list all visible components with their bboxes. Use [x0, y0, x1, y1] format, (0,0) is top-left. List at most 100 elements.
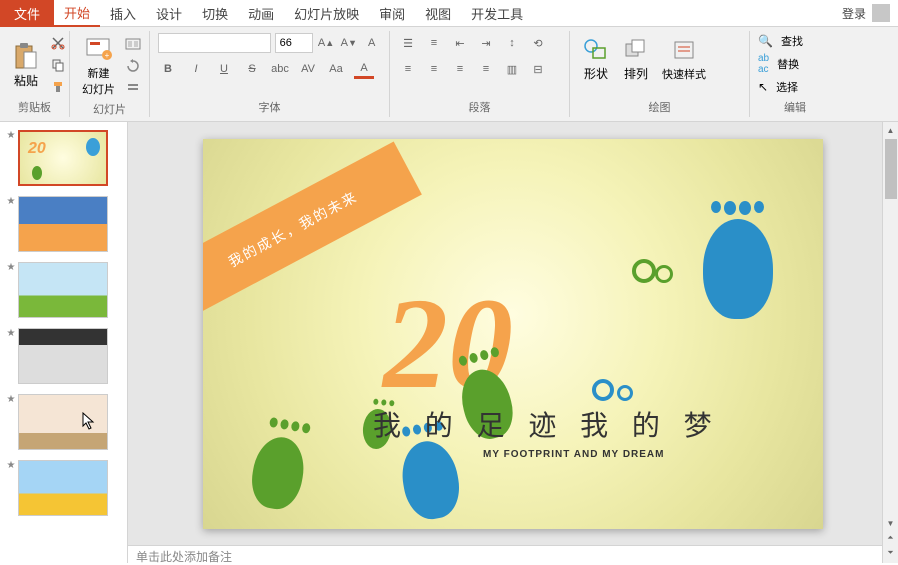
tab-animation[interactable]: 动画	[238, 0, 284, 27]
slide-title[interactable]: 我 的 足 迹 我 的 梦	[373, 404, 720, 444]
thumbnail-2[interactable]: ★	[4, 196, 123, 252]
font-group-label: 字体	[158, 99, 381, 115]
animation-star-icon: ★	[4, 262, 18, 273]
banner-text: 我的成长，我的未来	[225, 186, 362, 271]
footprint-green-bottom[interactable]	[247, 433, 309, 513]
shapes-button[interactable]: 形状	[578, 33, 614, 84]
editing-group-label: 编辑	[758, 99, 832, 115]
tab-insert[interactable]: 插入	[100, 0, 146, 27]
slides-group-label: 幻灯片	[78, 101, 141, 117]
animation-star-icon: ★	[4, 130, 18, 141]
new-slide-label: 新建 幻灯片	[82, 65, 115, 97]
footprint-blue-circles[interactable]	[592, 379, 633, 404]
scrollbar-thumb[interactable]	[885, 139, 897, 199]
italic-button[interactable]: I	[186, 59, 206, 79]
indent-inc-button[interactable]: ⇥	[476, 33, 496, 53]
new-slide-button[interactable]: + 新建 幻灯片	[78, 33, 119, 99]
animation-star-icon: ★	[4, 328, 18, 339]
font-family-select[interactable]	[158, 33, 271, 53]
thumbnail-1[interactable]: ★ 20	[4, 130, 123, 186]
section-button[interactable]	[123, 78, 143, 98]
strike-button[interactable]: S	[242, 59, 262, 79]
spacing-button[interactable]: AV	[298, 59, 318, 79]
tab-home[interactable]: 开始	[54, 0, 100, 27]
line-spacing-button[interactable]: ↕	[502, 33, 522, 53]
select-button[interactable]: ↖选择	[758, 79, 832, 95]
thumbnail-6[interactable]: ★	[4, 460, 123, 516]
tab-view[interactable]: 视图	[415, 0, 461, 27]
thumbnail-panel[interactable]: ★ 20 ★ ★ ★ ★ ★	[0, 122, 128, 563]
bullets-button[interactable]: ☰	[398, 33, 418, 53]
align-text-button[interactable]: ⊟	[528, 59, 548, 79]
shrink-font-button[interactable]: A▼	[340, 33, 359, 53]
layout-button[interactable]	[123, 34, 143, 54]
prev-slide-icon[interactable]: ⏶	[884, 531, 898, 545]
paste-icon	[12, 42, 40, 70]
align-right-button[interactable]: ≡	[450, 59, 470, 79]
slide-subtitle[interactable]: MY FOOTPRINT AND MY DREAM	[483, 449, 664, 460]
align-left-button[interactable]: ≡	[398, 59, 418, 79]
footprint-blue-large[interactable]	[703, 219, 773, 319]
animation-star-icon: ★	[4, 460, 18, 471]
drawing-group-label: 绘图	[578, 99, 741, 115]
next-slide-icon[interactable]: ⏷	[884, 546, 898, 560]
arrange-button[interactable]: 排列	[618, 33, 654, 84]
font-size-input[interactable]: 66	[275, 33, 313, 53]
text-direction-button[interactable]: ⟲	[528, 33, 548, 53]
quick-styles-button[interactable]: 快速样式	[658, 34, 710, 84]
avatar-icon	[872, 4, 890, 22]
select-icon: ↖	[758, 80, 768, 94]
tab-slideshow[interactable]: 幻灯片放映	[284, 0, 369, 27]
tab-developer[interactable]: 开发工具	[461, 0, 533, 27]
cut-button[interactable]	[48, 33, 68, 53]
quick-styles-label: 快速样式	[662, 66, 706, 82]
clipboard-group-label: 剪贴板	[8, 99, 61, 115]
scroll-up-icon[interactable]: ▲	[884, 123, 898, 137]
grow-font-button[interactable]: A▲	[317, 33, 336, 53]
find-button[interactable]: 🔍查找	[758, 33, 832, 49]
underline-button[interactable]: U	[214, 59, 234, 79]
file-tab[interactable]: 文件	[0, 0, 54, 27]
replace-icon: abac	[758, 53, 769, 75]
columns-button[interactable]: ▥	[502, 59, 522, 79]
scroll-down-icon[interactable]: ▼	[884, 516, 898, 530]
new-slide-icon: +	[85, 35, 113, 63]
clear-format-button[interactable]: A	[362, 33, 381, 53]
paste-label: 粘贴	[14, 72, 38, 89]
notes-placeholder[interactable]: 单击此处添加备注	[128, 545, 898, 563]
footprint-blue-bottom[interactable]	[397, 436, 465, 522]
slide[interactable]: 我的成长，我的未来 20	[203, 139, 823, 529]
case-button[interactable]: Aa	[326, 59, 346, 79]
ribbon: 粘贴 剪贴板 + 新建 幻灯片 幻灯片	[0, 27, 898, 122]
thumbnail-4[interactable]: ★	[4, 328, 123, 384]
format-painter-button[interactable]	[48, 77, 68, 97]
footprint-green-circles[interactable]	[632, 259, 673, 286]
bold-button[interactable]: B	[158, 59, 178, 79]
tab-review[interactable]: 审阅	[369, 0, 415, 27]
shapes-label: 形状	[584, 65, 608, 82]
thumbnail-3[interactable]: ★	[4, 262, 123, 318]
numbering-button[interactable]: ≡	[424, 33, 444, 53]
svg-text:+: +	[104, 51, 109, 60]
animation-star-icon: ★	[4, 394, 18, 405]
animation-star-icon: ★	[4, 196, 18, 207]
tab-design[interactable]: 设计	[146, 0, 192, 27]
indent-dec-button[interactable]: ⇤	[450, 33, 470, 53]
justify-button[interactable]: ≡	[476, 59, 496, 79]
paste-button[interactable]: 粘贴	[8, 40, 44, 91]
replace-button[interactable]: abac替换	[758, 53, 832, 75]
copy-button[interactable]	[48, 55, 68, 75]
shadow-button[interactable]: abc	[270, 59, 290, 79]
thumbnail-5[interactable]: ★	[4, 394, 123, 450]
reset-button[interactable]	[123, 56, 143, 76]
shapes-icon	[582, 35, 610, 63]
find-icon: 🔍	[758, 34, 773, 48]
paragraph-group-label: 段落	[398, 99, 561, 115]
login-area[interactable]: 登录	[834, 0, 898, 26]
align-center-button[interactable]: ≡	[424, 59, 444, 79]
quick-styles-icon	[670, 36, 698, 64]
tab-transition[interactable]: 切换	[192, 0, 238, 27]
slide-canvas[interactable]: 我的成长，我的未来 20	[128, 122, 898, 545]
font-color-button[interactable]: A	[354, 59, 374, 79]
vertical-scrollbar[interactable]: ▲ ▼ ⏶ ⏷	[882, 122, 898, 563]
